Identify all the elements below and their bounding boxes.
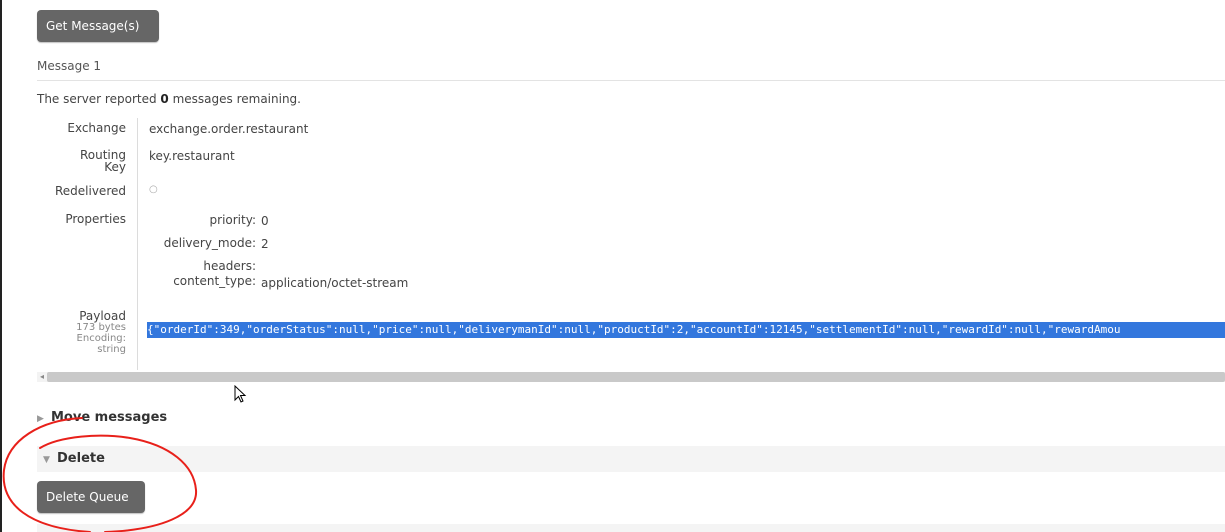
payload-label: Payload — [79, 309, 126, 323]
payload-text-selected[interactable]: {"orderId":349,"orderStatus":null,"price… — [147, 322, 1225, 338]
expanded-triangle-icon: ▼ — [43, 455, 50, 465]
get-messages-button[interactable]: Get Message(s) — [37, 10, 159, 42]
payload-label-group: Payload 173 bytes Encoding: string — [37, 310, 126, 355]
property-key: priority: — [209, 213, 256, 227]
routing-key-label: Routing Key — [79, 148, 126, 174]
divider — [37, 80, 1225, 81]
delete-queue-button[interactable]: Delete Queue — [37, 481, 145, 513]
scroll-left-arrow-icon[interactable]: ◂ — [37, 372, 47, 382]
property-key: content_type: — [173, 274, 256, 288]
exchange-label: Exchange — [67, 121, 126, 135]
collapsed-triangle-icon: ▶ — [37, 414, 44, 424]
server-status-text: The server reported 0 messages remaining… — [37, 92, 301, 106]
property-value: 0 — [261, 214, 269, 228]
window-left-border — [0, 0, 2, 532]
horizontal-scrollbar[interactable]: ◂ — [37, 372, 1225, 382]
mouse-cursor-icon — [234, 385, 247, 403]
section-band — [37, 524, 1225, 532]
message-heading: Message 1 — [37, 59, 102, 73]
redelivered-label: Redelivered — [54, 184, 126, 198]
property-value: application/octet-stream — [261, 276, 409, 290]
routing-key-value: key.restaurant — [149, 149, 235, 163]
delete-section-toggle[interactable]: ▼ Delete — [37, 446, 1225, 472]
property-key: delivery_mode: — [163, 236, 256, 250]
payload-encoding-label: Encoding: — [76, 333, 126, 344]
scrollbar-thumb[interactable] — [47, 372, 1225, 382]
move-messages-section-toggle[interactable]: ▶ Move messages — [37, 405, 1225, 431]
property-value: 2 — [261, 237, 269, 251]
redelivered-indicator: ○ — [149, 184, 158, 195]
payload-size: 173 bytes — [76, 322, 126, 333]
exchange-value: exchange.order.restaurant — [149, 122, 309, 136]
remaining-count: 0 — [160, 92, 169, 106]
payload-encoding: string — [97, 344, 126, 355]
property-key: headers: — [203, 259, 256, 273]
